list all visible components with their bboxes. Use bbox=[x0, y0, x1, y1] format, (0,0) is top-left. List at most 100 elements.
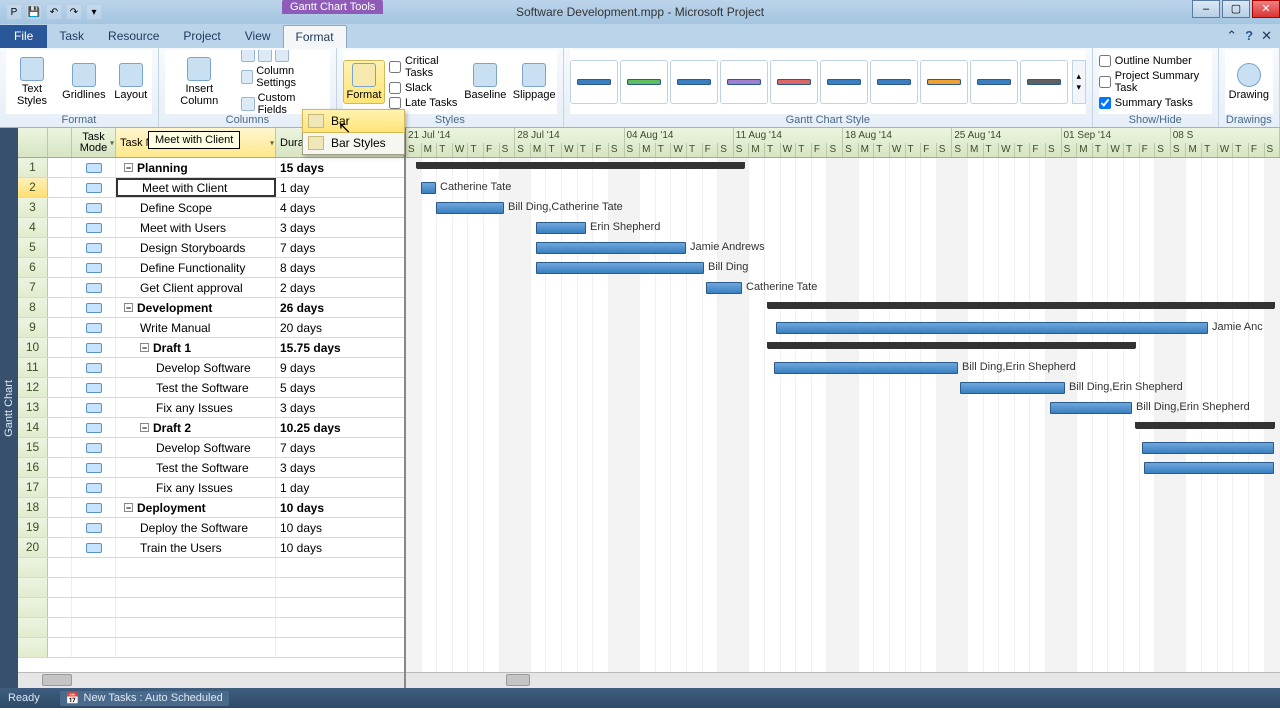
baseline-button[interactable]: Baseline bbox=[463, 61, 508, 103]
style-swatch[interactable] bbox=[770, 60, 818, 104]
table-row[interactable]: 7Get Client approval2 days bbox=[18, 278, 404, 298]
gallery-more-button[interactable]: ▴▾ bbox=[1072, 60, 1086, 104]
timescale-week: 01 Sep '14 bbox=[1062, 128, 1171, 143]
save-icon[interactable]: 💾 bbox=[26, 4, 42, 20]
style-swatch[interactable] bbox=[720, 60, 768, 104]
task-bar[interactable] bbox=[436, 202, 504, 214]
task-bar[interactable] bbox=[1142, 442, 1274, 454]
close-button[interactable]: ✕ bbox=[1252, 0, 1280, 18]
tab-view[interactable]: View bbox=[233, 25, 283, 48]
gantt-hscroll[interactable] bbox=[406, 672, 1280, 688]
task-bar[interactable] bbox=[1050, 402, 1132, 414]
table-row[interactable]: 12Test the Software5 days bbox=[18, 378, 404, 398]
header-task-mode[interactable]: Task Mode▾ bbox=[72, 128, 116, 157]
table-row[interactable]: 20Train the Users10 days bbox=[18, 538, 404, 558]
drawing-button[interactable]: Drawing bbox=[1225, 61, 1273, 103]
align-left-button[interactable] bbox=[238, 50, 330, 63]
summary-bar[interactable] bbox=[768, 302, 1274, 309]
table-row[interactable]: 16Test the Software3 days bbox=[18, 458, 404, 478]
help-icon[interactable]: ? bbox=[1245, 28, 1253, 44]
critical-tasks-checkbox[interactable]: Critical Tasks bbox=[389, 54, 459, 80]
slack-checkbox[interactable]: Slack bbox=[389, 81, 459, 95]
timescale-day: S bbox=[515, 143, 531, 158]
table-row[interactable]: 4Meet with Users3 days bbox=[18, 218, 404, 238]
style-swatch[interactable] bbox=[1020, 60, 1068, 104]
tab-resource[interactable]: Resource bbox=[96, 25, 171, 48]
app-icon[interactable]: P bbox=[6, 4, 22, 20]
menu-item-bar-styles[interactable]: Bar Styles bbox=[303, 132, 404, 154]
qat-more-icon[interactable]: ▾ bbox=[86, 4, 102, 20]
gantt-style-gallery[interactable] bbox=[570, 60, 1068, 104]
table-row[interactable]: 18−Deployment10 days bbox=[18, 498, 404, 518]
view-sidebar[interactable]: Gantt Chart bbox=[0, 128, 18, 688]
task-bar[interactable] bbox=[536, 222, 586, 234]
maximize-button[interactable]: ▢ bbox=[1222, 0, 1250, 18]
group-label: Gantt Chart Style bbox=[570, 114, 1086, 127]
table-row[interactable]: 17Fix any Issues1 day bbox=[18, 478, 404, 498]
summary-bar[interactable] bbox=[1136, 422, 1274, 429]
task-bar[interactable] bbox=[536, 242, 686, 254]
tab-task[interactable]: Task bbox=[47, 25, 96, 48]
insert-column-button[interactable]: Insert Column bbox=[165, 55, 234, 109]
style-swatch[interactable] bbox=[820, 60, 868, 104]
undo-icon[interactable]: ↶ bbox=[46, 4, 62, 20]
header-indicators[interactable] bbox=[48, 128, 72, 157]
tab-format[interactable]: Format bbox=[283, 25, 347, 48]
slippage-button[interactable]: Slippage bbox=[512, 61, 557, 103]
table-row[interactable]: 6Define Functionality8 days bbox=[18, 258, 404, 278]
task-bar[interactable] bbox=[776, 322, 1208, 334]
bar-label: Catherine Tate bbox=[440, 181, 511, 193]
tab-project[interactable]: Project bbox=[171, 25, 232, 48]
outline-number-checkbox[interactable]: Outline Number bbox=[1099, 54, 1212, 68]
summary-tasks-checkbox[interactable]: Summary Tasks bbox=[1099, 96, 1212, 110]
window-close-small-icon[interactable]: ✕ bbox=[1261, 28, 1272, 44]
minimize-button[interactable]: – bbox=[1192, 0, 1220, 18]
style-swatch[interactable] bbox=[870, 60, 918, 104]
gantt-body[interactable]: Catherine TateBill Ding,Catherine TateEr… bbox=[406, 158, 1280, 672]
task-bar[interactable] bbox=[536, 262, 704, 274]
task-bar[interactable] bbox=[706, 282, 742, 294]
menu-item-bar[interactable]: Bar bbox=[302, 109, 405, 133]
tab-file[interactable]: File bbox=[0, 25, 47, 48]
table-hscroll[interactable] bbox=[18, 672, 404, 688]
table-row[interactable]: 3Define Scope4 days bbox=[18, 198, 404, 218]
table-row[interactable]: 9Write Manual20 days bbox=[18, 318, 404, 338]
summary-bar[interactable] bbox=[417, 162, 744, 169]
style-swatch[interactable] bbox=[970, 60, 1018, 104]
style-swatch[interactable] bbox=[670, 60, 718, 104]
table-row[interactable]: 1−Planning15 days bbox=[18, 158, 404, 178]
style-swatch[interactable] bbox=[620, 60, 668, 104]
group-label: Format bbox=[6, 114, 152, 127]
table-row[interactable]: 13Fix any Issues3 days bbox=[18, 398, 404, 418]
table-row[interactable]: 2Meet with Client1 day bbox=[18, 178, 404, 198]
minimize-ribbon-icon[interactable]: ⌃ bbox=[1226, 28, 1237, 44]
table-row[interactable]: 11Develop Software9 days bbox=[18, 358, 404, 378]
task-grid[interactable]: 1−Planning15 days2Meet with Client1 day3… bbox=[18, 158, 404, 672]
style-swatch[interactable] bbox=[920, 60, 968, 104]
task-bar[interactable] bbox=[421, 182, 436, 194]
late-tasks-checkbox[interactable]: Late Tasks bbox=[389, 96, 459, 110]
redo-icon[interactable]: ↷ bbox=[66, 4, 82, 20]
text-styles-button[interactable]: Text Styles bbox=[6, 55, 58, 109]
style-swatch[interactable] bbox=[570, 60, 618, 104]
summary-bar[interactable] bbox=[768, 342, 1135, 349]
table-row[interactable]: 15Develop Software7 days bbox=[18, 438, 404, 458]
gridlines-button[interactable]: Gridlines bbox=[62, 61, 106, 103]
header-rownum[interactable] bbox=[18, 128, 48, 157]
table-row[interactable]: 10−Draft 115.75 days bbox=[18, 338, 404, 358]
column-settings-button[interactable]: Column Settings bbox=[238, 64, 330, 90]
table-row[interactable]: 8−Development26 days bbox=[18, 298, 404, 318]
ribbon: Text Styles Gridlines Layout Format Inse… bbox=[0, 48, 1280, 128]
layout-button[interactable]: Layout bbox=[110, 61, 152, 103]
project-summary-checkbox[interactable]: Project Summary Task bbox=[1099, 69, 1212, 95]
table-row[interactable]: 14−Draft 210.25 days bbox=[18, 418, 404, 438]
task-bar[interactable] bbox=[774, 362, 958, 374]
table-row[interactable]: 5Design Storyboards7 days bbox=[18, 238, 404, 258]
auto-schedule-icon bbox=[86, 423, 102, 433]
task-bar[interactable] bbox=[960, 382, 1065, 394]
status-new-tasks[interactable]: 📅 New Tasks : Auto Scheduled bbox=[60, 691, 229, 706]
bar-label: Bill Ding,Erin Shepherd bbox=[1136, 401, 1250, 413]
task-bar[interactable] bbox=[1144, 462, 1274, 474]
table-row[interactable]: 19Deploy the Software10 days bbox=[18, 518, 404, 538]
format-dropdown-button[interactable]: Format bbox=[343, 60, 385, 104]
